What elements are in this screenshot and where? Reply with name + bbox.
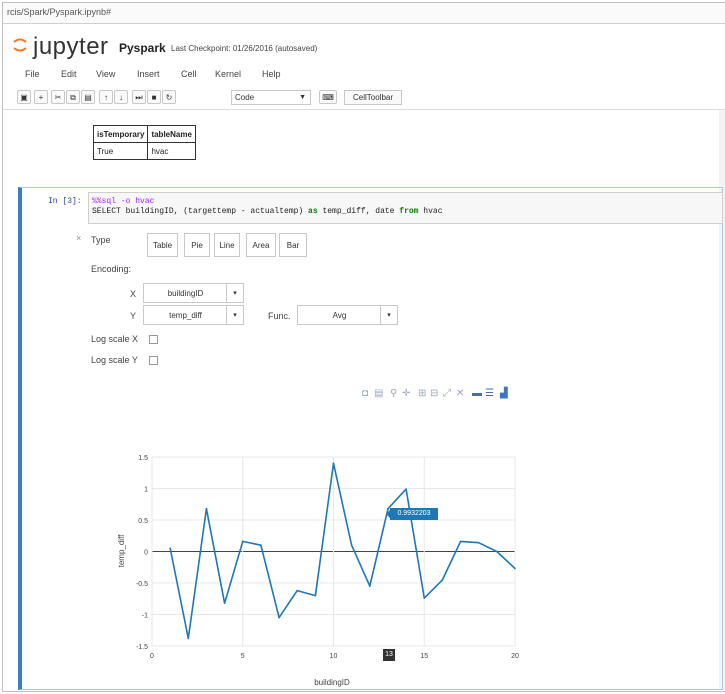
copy-icon: ⧉ bbox=[70, 93, 76, 102]
code-keyword: from bbox=[399, 207, 419, 216]
code-text: temp_diff, date bbox=[317, 207, 400, 216]
save-icon: ▣ bbox=[20, 93, 28, 102]
jupyter-logo-icon bbox=[13, 38, 27, 52]
table-row: True hvac bbox=[92, 142, 196, 160]
x-select-value: buildingID bbox=[167, 289, 204, 298]
code-text: SELECT buildingID, (targettemp - actualt… bbox=[92, 207, 309, 216]
menu-file[interactable]: File bbox=[25, 69, 40, 79]
type-pie-button[interactable]: Pie bbox=[184, 233, 210, 257]
table-header-row: isTemporary tableName bbox=[92, 125, 196, 143]
address-bar[interactable]: rcis/Spark/Pyspark.ipynb# bbox=[3, 3, 725, 24]
y-select[interactable]: temp_diff ▾ bbox=[143, 305, 244, 325]
log-y-label: Log scale Y bbox=[91, 355, 138, 365]
func-select[interactable]: Avg ▾ bbox=[297, 305, 398, 325]
move-up-button[interactable]: ↑ bbox=[99, 90, 113, 104]
arrow-up-icon: ↑ bbox=[104, 93, 108, 102]
chevron-down-icon: ▾ bbox=[380, 306, 397, 324]
notebook-header: jupyter Pyspark Last Checkpoint: 01/26/2… bbox=[3, 23, 725, 65]
jupyter-wordmark[interactable]: jupyter bbox=[33, 33, 109, 61]
cell-type-value: Code bbox=[235, 93, 255, 102]
y-select-value: temp_diff bbox=[169, 311, 202, 320]
arrow-down-icon: ↓ bbox=[119, 93, 123, 102]
scissors-icon: ✂ bbox=[54, 93, 62, 102]
celltoolbar-button[interactable]: CellToolbar bbox=[344, 90, 402, 105]
menu-insert[interactable]: Insert bbox=[137, 69, 160, 79]
func-select-value: Avg bbox=[332, 311, 347, 320]
x-label: X bbox=[130, 289, 137, 299]
spike-lines-icon[interactable]: ▬ bbox=[472, 388, 482, 399]
column-header: tableName bbox=[147, 125, 196, 143]
cell-type-select[interactable]: Code ▼ bbox=[231, 90, 311, 105]
type-label: Type bbox=[91, 235, 111, 245]
move-down-button[interactable]: ↓ bbox=[114, 90, 128, 104]
run-icon: ⏭ bbox=[135, 93, 143, 102]
func-label: Func. bbox=[268, 311, 291, 321]
insert-cell-button[interactable]: + bbox=[34, 90, 48, 104]
menu-kernel[interactable]: Kernel bbox=[215, 69, 241, 79]
save-button[interactable]: ▣ bbox=[17, 90, 31, 104]
encoding-label: Encoding: bbox=[91, 264, 132, 274]
copy-button[interactable]: ⧉ bbox=[66, 90, 80, 104]
log-y-checkbox[interactable] bbox=[149, 356, 158, 365]
pan-icon[interactable]: ✛ bbox=[402, 388, 410, 399]
menu-edit[interactable]: Edit bbox=[61, 69, 77, 79]
interrupt-button[interactable]: ■ bbox=[147, 90, 161, 104]
checkpoint-status: Last Checkpoint: 01/26/2016 (autosaved) bbox=[171, 44, 318, 53]
chevron-down-icon: ▾ bbox=[226, 306, 243, 324]
type-line-button[interactable]: Line bbox=[214, 233, 240, 257]
plotly-logo-icon[interactable]: ▟ bbox=[500, 388, 508, 399]
output-table: isTemporary tableName True hvac bbox=[92, 125, 196, 160]
toolbar: ▣ + ✂ ⧉ ▤ ↑ ↓ ⏭ ■ ↻ Code ▼ ⌨ CellToolbar bbox=[3, 87, 725, 110]
menu-cell[interactable]: Cell bbox=[181, 69, 197, 79]
keyboard-icon: ⌨ bbox=[322, 93, 334, 102]
x-hover-label: 13 bbox=[383, 649, 395, 661]
table-cell: True bbox=[92, 142, 149, 160]
type-bar-button[interactable]: Bar bbox=[279, 233, 307, 257]
restart-icon: ↻ bbox=[165, 93, 173, 102]
code-magic: %%sql -o hvac bbox=[92, 197, 155, 206]
menubar: File Edit View Insert Cell Kernel Help bbox=[3, 65, 725, 85]
code-editor[interactable]: %%sql -o hvac SELECT buildingID, (target… bbox=[88, 192, 723, 224]
code-cell[interactable] bbox=[18, 187, 723, 690]
compare-hover-icon[interactable]: ☰ bbox=[485, 388, 494, 399]
column-header: isTemporary bbox=[92, 125, 149, 143]
chevron-down-icon: ▾ bbox=[226, 284, 243, 302]
type-table-button[interactable]: Table bbox=[147, 233, 178, 257]
reset-axes-icon[interactable]: ✕ bbox=[456, 388, 464, 399]
menu-view[interactable]: View bbox=[96, 69, 115, 79]
y-label: Y bbox=[130, 311, 137, 321]
code-text: hvac bbox=[418, 207, 443, 216]
stop-icon: ■ bbox=[151, 93, 157, 102]
command-palette-button[interactable]: ⌨ bbox=[319, 90, 337, 104]
paste-button[interactable]: ▤ bbox=[81, 90, 95, 104]
log-x-label: Log scale X bbox=[91, 334, 139, 344]
zoom-in-icon[interactable]: ⊞ bbox=[418, 388, 426, 399]
type-area-button[interactable]: Area bbox=[246, 233, 276, 257]
table-cell: hvac bbox=[147, 142, 196, 160]
cell-prompt: In [3]: bbox=[48, 197, 82, 206]
code-keyword: as bbox=[308, 207, 318, 216]
zoom-out-icon[interactable]: ⊟ bbox=[430, 388, 438, 399]
url-text: rcis/Spark/Pyspark.ipynb# bbox=[7, 7, 112, 17]
zoom-icon[interactable]: ⚲ bbox=[390, 388, 397, 399]
menu-help[interactable]: Help bbox=[262, 69, 281, 79]
chevron-down-icon: ▼ bbox=[299, 94, 306, 101]
collapse-icon[interactable]: × bbox=[76, 233, 81, 243]
plus-icon: + bbox=[38, 93, 44, 102]
x-select[interactable]: buildingID ▾ bbox=[143, 283, 244, 303]
cut-button[interactable]: ✂ bbox=[51, 90, 65, 104]
log-x-checkbox[interactable] bbox=[149, 335, 158, 344]
run-button[interactable]: ⏭ bbox=[132, 90, 146, 104]
notebook-name[interactable]: Pyspark bbox=[119, 41, 166, 55]
camera-icon[interactable]: ◘ bbox=[362, 388, 368, 399]
autoscale-icon[interactable]: ⤢ bbox=[443, 388, 451, 399]
paste-icon: ▤ bbox=[84, 93, 92, 102]
restart-button[interactable]: ↻ bbox=[162, 90, 176, 104]
edit-chart-icon[interactable]: ▤ bbox=[374, 388, 383, 399]
hover-label: 0.9932203 bbox=[390, 508, 438, 520]
